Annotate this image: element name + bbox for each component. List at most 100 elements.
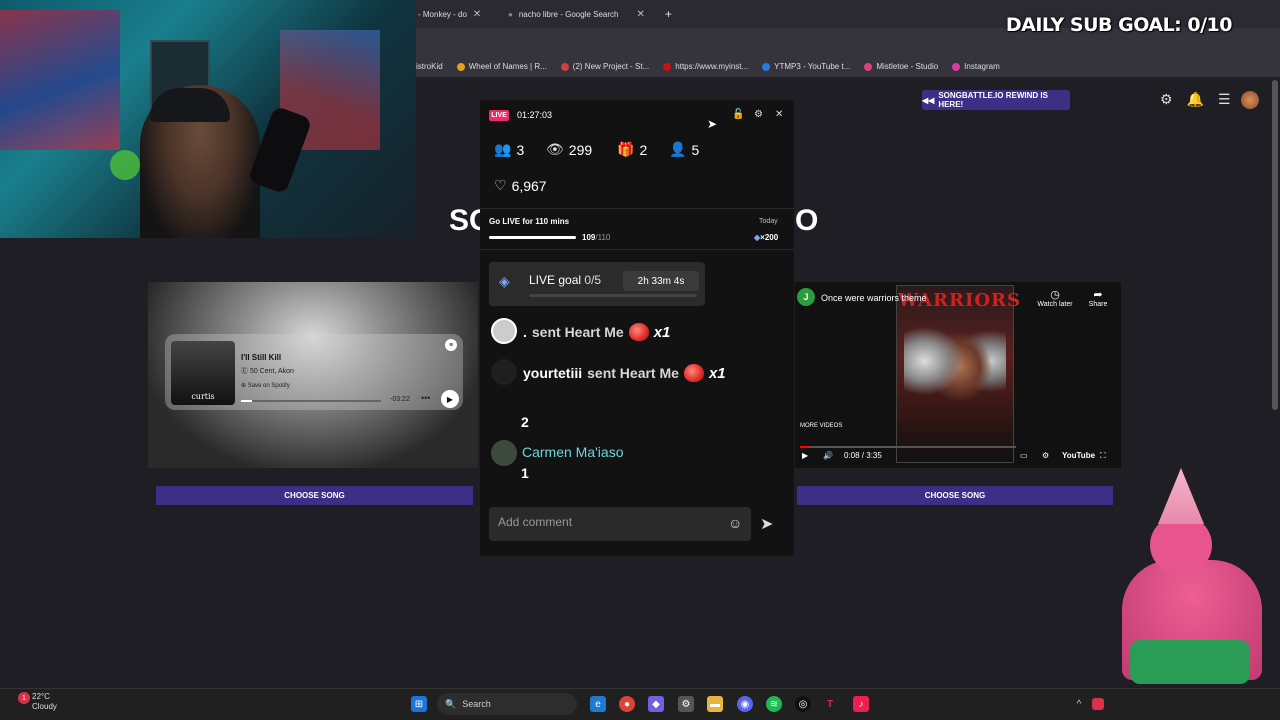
- bookmark-icon: [864, 62, 873, 71]
- share-button[interactable]: ➦ Share: [1084, 288, 1112, 308]
- more-icon[interactable]: •••: [421, 393, 430, 403]
- weather-widget[interactable]: 22°C Cloudy: [32, 692, 57, 712]
- daily-sub-goal: DAILY SUB GOAL: 0/10: [1005, 14, 1233, 36]
- watch-later-button[interactable]: ◷ Watch later: [1034, 288, 1076, 308]
- fullscreen-icon[interactable]: ⛶: [1100, 451, 1106, 461]
- commenter-name[interactable]: Carmen Ma'iaso: [522, 444, 624, 460]
- track-progress[interactable]: [241, 400, 381, 402]
- video-progress[interactable]: [800, 446, 1016, 448]
- taskbar-search[interactable]: 🔍 Search: [437, 693, 577, 715]
- gift-message: yourtetiii sent Heart Me x1: [523, 364, 726, 382]
- play-button[interactable]: ▶: [441, 390, 459, 408]
- folder-icon[interactable]: ▬: [707, 696, 723, 712]
- bookmark-item[interactable]: YTMP3 - YouTube t...: [762, 62, 850, 71]
- rewind-banner-button[interactable]: ◀◀ SONGBATTLE.IO REWIND IS HERE!: [922, 90, 1070, 110]
- gear-icon[interactable]: ⚙: [1160, 91, 1173, 108]
- emoji-icon[interactable]: ☺: [728, 515, 742, 531]
- live-timer: 01:27:03: [517, 110, 553, 120]
- channel-avatar[interactable]: J: [797, 288, 815, 306]
- users-icon: 👥: [494, 141, 512, 157]
- pink-character-head: [1150, 515, 1212, 575]
- choose-song-button-right[interactable]: CHOOSE SONG: [797, 486, 1113, 505]
- video-progress-fill: [800, 446, 809, 448]
- scrollbar[interactable]: [1272, 80, 1278, 410]
- poster-faces: [904, 315, 1006, 430]
- live-goal-timer: 2h 33m 4s: [623, 271, 699, 291]
- youtube-logo[interactable]: YouTube: [1062, 451, 1095, 460]
- go-live-progress: [489, 236, 577, 239]
- track-progress-fill: [241, 400, 253, 402]
- chevron-up-icon[interactable]: ^: [1071, 696, 1087, 712]
- webcam-feed: [0, 0, 416, 238]
- menu-icon[interactable]: ☰: [1218, 91, 1231, 108]
- reward-label: ◆×200: [754, 233, 779, 242]
- lock-icon[interactable]: 🔓: [732, 109, 744, 120]
- gear-icon[interactable]: ⚙: [754, 109, 763, 120]
- save-on-spotify-button[interactable]: ⊕ Save on Spotify: [241, 382, 290, 389]
- more-videos-label[interactable]: MORE VIDEOS: [800, 423, 842, 429]
- choose-song-button-left[interactable]: CHOOSE SONG: [156, 486, 473, 505]
- obs-icon[interactable]: ◎: [795, 696, 811, 712]
- avatar[interactable]: [491, 359, 517, 385]
- bookmark-icon: [560, 62, 569, 71]
- go-live-count: 109/110: [582, 233, 611, 242]
- discord-icon[interactable]: ◉: [737, 696, 753, 712]
- rewind-icon: ◀◀: [922, 95, 935, 105]
- close-icon[interactable]: ✕: [473, 9, 481, 20]
- mouse-cursor: ➤: [707, 117, 718, 131]
- text-app-icon[interactable]: T: [822, 696, 838, 712]
- gift-message: . sent Heart Me x1: [523, 323, 671, 341]
- copilot-icon[interactable]: ◆: [648, 696, 664, 712]
- settings-icon[interactable]: ⚙: [678, 696, 694, 712]
- viewers-stat: 👥 3: [494, 141, 525, 158]
- bell-icon[interactable]: 🔔: [1187, 91, 1204, 108]
- volume-icon[interactable]: 🔊: [823, 451, 833, 460]
- page-title-right: O: [795, 204, 819, 237]
- bookmark-item[interactable]: Wheel of Names | R...: [456, 62, 547, 71]
- windows-start-icon[interactable]: ⊞: [411, 696, 427, 712]
- spotify-taskbar-icon[interactable]: ≋: [766, 696, 782, 712]
- gear-icon[interactable]: ⚙: [1042, 451, 1049, 460]
- comment-text: 2: [521, 414, 529, 430]
- bookmark-item[interactable]: istroKid: [416, 62, 443, 71]
- live-badge: LIVE: [489, 110, 509, 121]
- new-tab-icon[interactable]: +: [665, 7, 672, 21]
- bookmark-icon: [663, 62, 672, 71]
- top-icons: ⚙ 🔔 ☰: [1160, 91, 1231, 108]
- avatar[interactable]: [491, 318, 517, 344]
- track-title: I'll Still Kill: [241, 353, 282, 362]
- instagram-icon: [952, 62, 961, 71]
- bookmark-item[interactable]: Instagram: [952, 62, 1000, 71]
- chrome-icon[interactable]: ●: [619, 696, 635, 712]
- bookmark-item[interactable]: (2) New Project - St...: [560, 62, 649, 71]
- divider: [480, 249, 794, 250]
- avatar[interactable]: [491, 440, 517, 466]
- live-goal-text: LIVE goal 0/5: [529, 273, 602, 287]
- close-icon[interactable]: ✕: [636, 9, 644, 20]
- captions-icon[interactable]: ▭: [1020, 451, 1028, 460]
- tiktok-icon[interactable]: ♪: [853, 696, 869, 712]
- bookmark-item[interactable]: https://www.myinst...: [663, 62, 748, 71]
- go-live-label: Go LIVE for 110 mins: [489, 217, 570, 226]
- eye-icon: 👁: [546, 141, 564, 157]
- views-stat: 👁 299: [546, 141, 593, 158]
- tab-nacho-libre[interactable]: ● nacho libre - Google Search ✕ +: [508, 4, 672, 24]
- play-icon[interactable]: ▶: [802, 451, 808, 460]
- video-time: 0:08 / 3:35: [844, 451, 882, 460]
- comment-text: 1: [521, 465, 529, 481]
- heart-gift-icon: [628, 323, 649, 341]
- gift-icon: 🎁: [617, 141, 635, 157]
- google-icon: ●: [508, 9, 513, 19]
- tray-icon[interactable]: [1092, 698, 1104, 710]
- track-time: -03:22: [390, 396, 410, 403]
- wall-flag: [0, 10, 120, 150]
- edge-icon[interactable]: e: [590, 696, 606, 712]
- video-title[interactable]: Once were warriors theme: [821, 293, 927, 303]
- send-icon[interactable]: ➤: [760, 514, 773, 534]
- avatar[interactable]: [1241, 91, 1259, 109]
- close-icon[interactable]: ✕: [775, 109, 783, 120]
- bookmark-item[interactable]: Mistletoe - Studio: [864, 62, 938, 71]
- tab-monkey[interactable]: - Monkey - do ✕: [418, 4, 481, 24]
- live-goal-progress: [529, 294, 697, 297]
- heart-gift-icon: [683, 364, 704, 382]
